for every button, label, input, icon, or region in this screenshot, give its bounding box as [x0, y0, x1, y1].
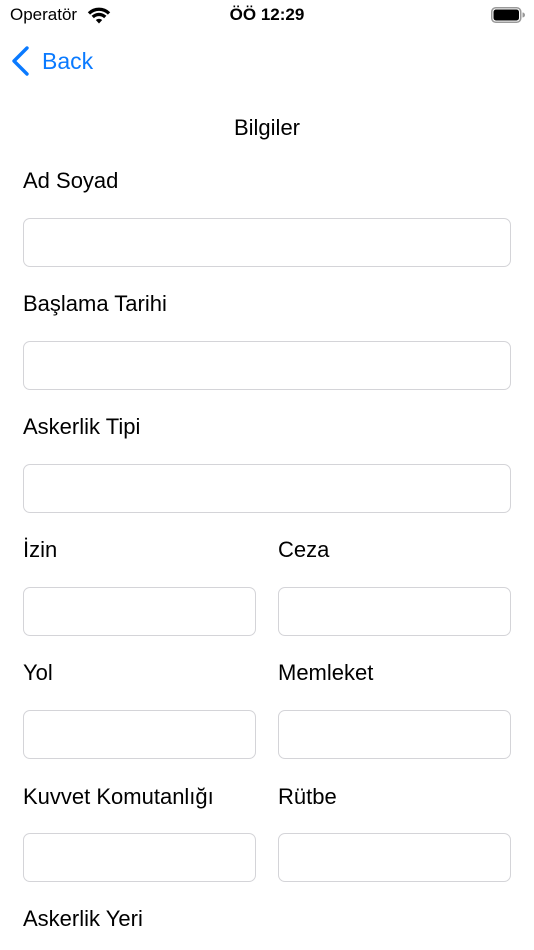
yol-field[interactable]	[23, 710, 256, 759]
page-title: Bilgiler	[233, 115, 301, 140]
yol-label: Yol	[23, 660, 53, 685]
battery-full-icon	[491, 7, 525, 23]
baslama-tarihi-label: Başlama Tarihi	[23, 291, 167, 316]
clock: ÖÖ 12:29	[229, 5, 305, 24]
izin-field[interactable]	[23, 587, 256, 636]
rutbe-label: Rütbe	[278, 784, 337, 809]
memleket-label: Memleket	[278, 660, 374, 685]
status-bar: Operatör ÖÖ 12:29	[0, 0, 534, 32]
memleket-field[interactable]	[278, 710, 511, 759]
askerlik-yeri-label: Askerlik Yeri	[23, 906, 143, 931]
izin-label: İzin	[23, 537, 58, 562]
kuvvet-komutanligi-label: Kuvvet Komutanlığı	[23, 784, 214, 809]
baslama-tarihi-field[interactable]	[23, 341, 511, 390]
ceza-label: Ceza	[278, 537, 330, 562]
back-button[interactable]: Back	[10, 44, 93, 78]
askerlik-tipi-field[interactable]	[23, 464, 511, 513]
back-label: Back	[42, 48, 94, 74]
rutbe-field[interactable]	[278, 833, 511, 882]
ad-soyad-label: Ad Soyad	[23, 168, 119, 193]
kuvvet-komutanligi-field[interactable]	[23, 833, 256, 882]
chevron-left-icon	[12, 46, 29, 76]
ceza-field[interactable]	[278, 587, 511, 636]
askerlik-tipi-label: Askerlik Tipi	[23, 414, 141, 439]
ad-soyad-field[interactable]	[23, 218, 511, 267]
